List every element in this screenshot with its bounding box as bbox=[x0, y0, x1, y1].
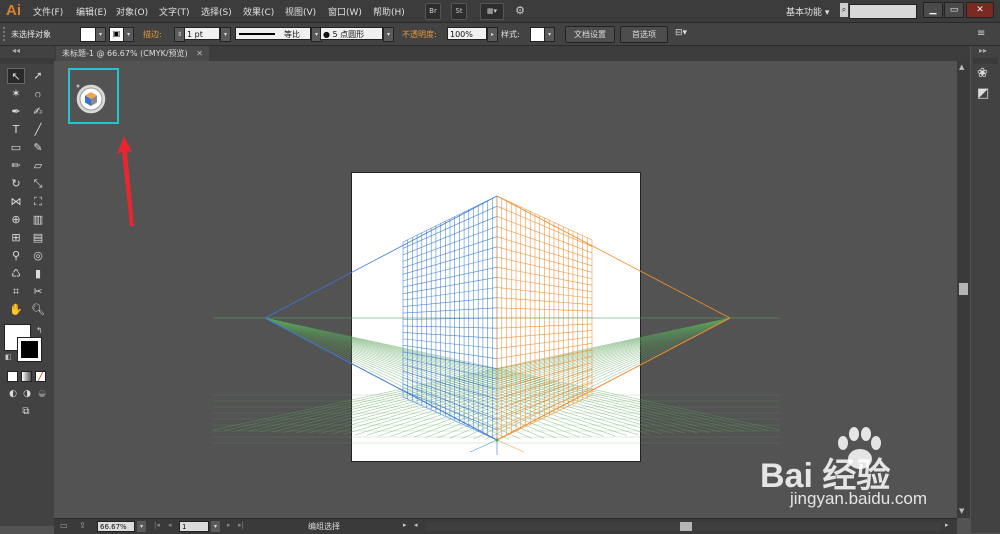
color-guide-icon[interactable]: ❀ bbox=[977, 66, 988, 81]
perspective-widget-icon[interactable] bbox=[74, 82, 108, 116]
dock-grip[interactable] bbox=[973, 58, 998, 64]
paw-icon bbox=[838, 427, 881, 469]
prev-artboard-icon[interactable]: ◂ bbox=[168, 521, 172, 529]
current-tool-status: 编组选择 bbox=[308, 522, 340, 531]
first-artboard-icon[interactable]: |◂ bbox=[154, 521, 160, 529]
watermark-url: jingyan.baidu.com bbox=[790, 489, 928, 508]
status-icon-2[interactable]: ⇪ bbox=[79, 521, 86, 530]
last-artboard-icon[interactable]: ▸| bbox=[238, 521, 244, 529]
scroll-right-icon[interactable]: ▸ bbox=[945, 521, 949, 529]
status-bar: ▭ ⇪ 66.67% ▾ |◂ ◂ 1 ▾ ▸ ▸| 编组选择 ▸ ◂ ▸ bbox=[54, 518, 957, 534]
zoom-dropdown-icon[interactable]: ▾ bbox=[137, 521, 146, 532]
horizontal-scroll-thumb[interactable] bbox=[680, 522, 692, 531]
scroll-down-icon[interactable]: ▼ bbox=[959, 507, 964, 515]
swatches-panel-icon[interactable]: ◩ bbox=[977, 86, 989, 101]
right-plane-grid bbox=[496, 195, 593, 441]
panel-dock: ▸▸ ❀ ◩ bbox=[971, 46, 1000, 533]
next-artboard-icon[interactable]: ▸ bbox=[227, 521, 231, 529]
scroll-up-icon[interactable]: ▲ bbox=[959, 63, 964, 71]
expand-panels-icon[interactable]: ▸▸ bbox=[979, 46, 987, 55]
scroll-left-icon[interactable]: ◂ bbox=[414, 521, 418, 529]
left-plane-grid bbox=[402, 195, 498, 441]
scroll-thumb[interactable] bbox=[959, 283, 968, 295]
status-icon-1[interactable]: ▭ bbox=[60, 521, 68, 530]
horizontal-scrollbar[interactable] bbox=[426, 522, 941, 531]
annotation-arrow-icon bbox=[117, 136, 134, 226]
vertical-scrollbar[interactable]: ▲ ▼ bbox=[957, 61, 970, 518]
zoom-field[interactable]: 66.67% bbox=[97, 521, 135, 532]
artboard-number-field[interactable]: 1 bbox=[179, 521, 209, 532]
artboard-dropdown-icon[interactable]: ▾ bbox=[211, 521, 220, 532]
perspective-outline bbox=[264, 195, 731, 455]
status-menu-icon[interactable]: ▸ bbox=[403, 521, 407, 529]
